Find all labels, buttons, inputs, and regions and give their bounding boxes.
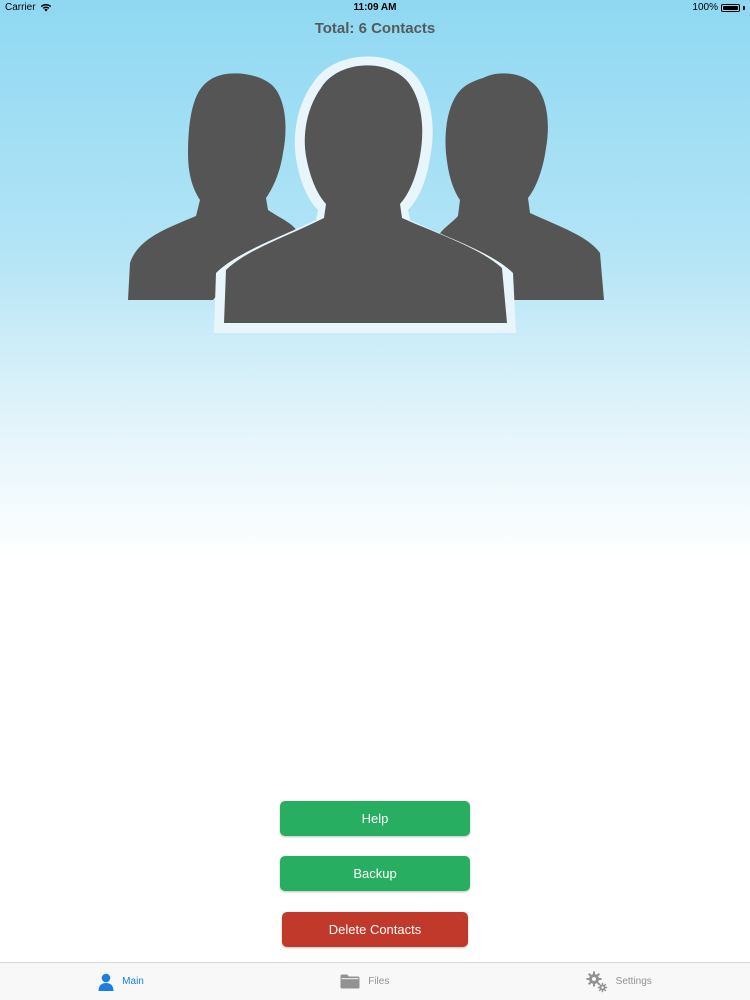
tab-bar: Main Files Settings	[0, 962, 750, 1000]
delete-contacts-button[interactable]: Delete Contacts	[282, 912, 468, 947]
contacts-group-icon	[128, 56, 604, 334]
tab-main-label: Main	[122, 976, 144, 987]
folder-icon	[340, 974, 360, 989]
app-screen: Carrier 11:09 AM 100% Total: 6 Contacts	[0, 0, 750, 1000]
total-contacts-title: Total: 6 Contacts	[314, 20, 436, 37]
gear-icon	[586, 971, 607, 992]
battery-fill	[723, 5, 738, 10]
status-battery: 100%	[692, 2, 745, 13]
backup-button[interactable]: Backup	[280, 856, 470, 891]
tab-main[interactable]: Main	[98, 973, 144, 991]
tab-settings[interactable]: Settings	[586, 971, 652, 993]
person-icon	[98, 973, 114, 991]
battery-percent: 100%	[692, 2, 718, 13]
tab-settings-label: Settings	[615, 976, 652, 987]
battery-nub	[743, 5, 745, 10]
battery-icon	[721, 3, 740, 12]
tab-files-label: Files	[368, 976, 390, 987]
help-button[interactable]: Help	[280, 801, 470, 836]
status-time: 11:09 AM	[353, 2, 397, 13]
tab-files[interactable]: Files	[340, 974, 389, 989]
status-bar: Carrier 11:09 AM 100%	[0, 0, 750, 16]
